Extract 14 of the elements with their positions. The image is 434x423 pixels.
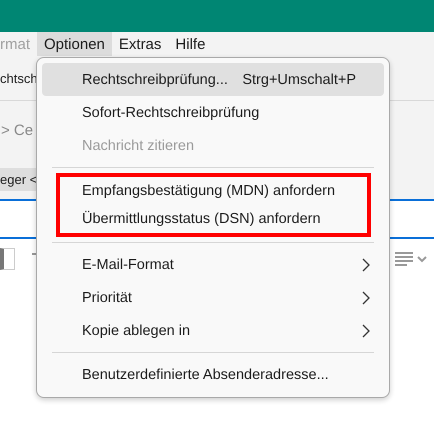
font-size-box[interactable]	[0, 248, 15, 270]
menu-bar-item[interactable]: Extras	[112, 32, 168, 56]
breadcrumb-text: > Ce	[0, 122, 34, 138]
menu-item[interactable]: Kopie ablegen in	[42, 314, 384, 347]
align-menu-icon[interactable]	[394, 251, 428, 267]
menu-item[interactable]: Benutzerdefinierte Absenderadresse...	[42, 358, 384, 391]
menu-item[interactable]: Sofort-Rechtschreibprüfung	[42, 96, 384, 129]
menu-item[interactable]: Empfangsbestätigung (MDN) anfordern	[60, 177, 367, 205]
menu-item[interactable]: Rechtschreibprüfung... Strg+Umschalt+P	[42, 63, 384, 96]
menu-item[interactable]: E-Mail-Format	[42, 248, 384, 281]
menu-bar-item[interactable]: Optionen	[37, 32, 112, 56]
menu-item[interactable]: Übermittlungsstatus (DSN) anfordern	[60, 205, 367, 233]
menu-bar-item[interactable]: Hilfe	[168, 32, 212, 56]
menu-item[interactable]: Priorität	[42, 281, 384, 314]
